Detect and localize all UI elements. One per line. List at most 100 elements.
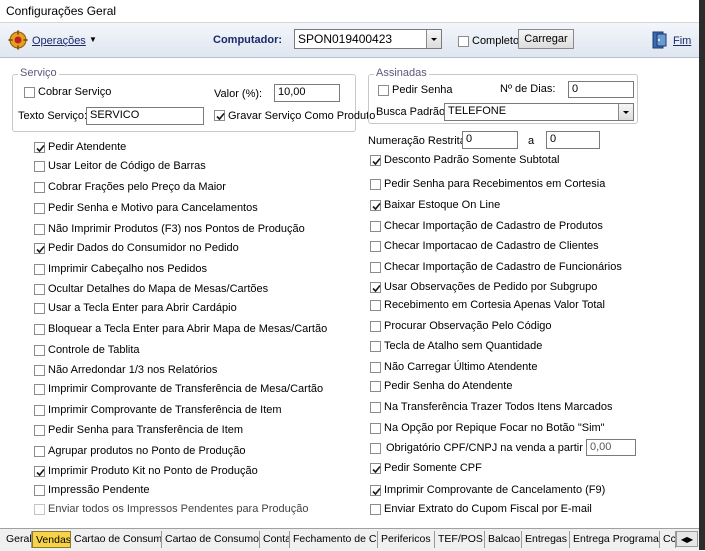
busca-padrao-select[interactable]: TELEFONE [444,103,634,121]
left-option-checkbox[interactable] [34,345,45,356]
right-option-checkbox[interactable] [370,155,381,166]
left-option-checkbox[interactable] [34,243,45,254]
right-option-checkbox[interactable] [370,321,381,332]
right-option-label: Pedir Senha do Atendente [384,380,513,392]
right-option-label: Checar Importação de Cadastro de Produto… [384,220,603,232]
chevron-right-icon[interactable]: ▶ [687,535,693,544]
check-icon [36,468,45,477]
left-option-checkbox[interactable] [34,504,45,515]
left-option-checkbox[interactable] [34,405,45,416]
right-option-checkbox[interactable] [370,221,381,232]
left-option-label: Controle de Tablita [48,344,140,356]
right-option-label: Recebimento em Cortesia Apenas Valor Tot… [384,299,605,311]
left-option-checkbox[interactable] [34,203,45,214]
tab-entrega-programada[interactable]: Entrega Programada [570,531,660,548]
numeracao-label: Numeração Restrita: [368,135,469,147]
right-option-checkbox[interactable] [370,200,381,211]
right-option-label: Usar Observações de Pedido por Subgrupo [384,281,598,293]
tab-geral[interactable]: Geral [3,531,32,548]
right-option-label: Na Opção por Repique Focar no Botão "Sim… [384,422,605,434]
tab-conta[interactable]: Conta [260,531,290,548]
tab-cartao-de-consumo[interactable]: Cartao de Consumo [71,531,162,548]
tab-vendas[interactable]: Vendas [32,531,71,548]
left-option-label: Pedir Senha para Transferência de Item [48,424,244,436]
gravar-servico-checkbox[interactable] [214,110,225,121]
check-icon [36,245,45,254]
left-option-checkbox[interactable] [34,303,45,314]
check-icon [372,157,381,166]
right-option-checkbox[interactable] [370,485,381,496]
right-option-checkbox[interactable] [370,423,381,434]
right-option-label: Não Carregar Último Atendente [384,361,538,373]
left-option-checkbox[interactable] [34,425,45,436]
tab-tef-pos[interactable]: TEF/POS [435,531,485,548]
cobrar-servico-checkbox[interactable] [24,87,35,98]
check-icon [372,202,381,211]
left-option-checkbox[interactable] [34,224,45,235]
right-option-checkbox[interactable] [370,443,381,454]
right-option-checkbox[interactable] [370,362,381,373]
right-option-label: Desconto Padrão Somente Subtotal [384,154,560,166]
left-option-checkbox[interactable] [34,161,45,172]
left-option-checkbox[interactable] [34,284,45,295]
computador-select[interactable]: SPON019400423 [294,29,442,49]
left-option-label: Agrupar produtos no Ponto de Produção [48,445,246,457]
left-option-checkbox[interactable] [34,264,45,275]
left-option-label: Enviar todos os Impressos Pendentes para… [48,503,309,515]
left-option-label: Imprimir Cabeçalho nos Pedidos [48,263,207,275]
num-dias-input[interactable]: 0 [568,81,634,98]
tab-scroll-arrows[interactable]: ◀▶ [676,531,698,547]
pedir-senha-checkbox[interactable] [378,85,389,96]
tab-cc[interactable]: Cc [660,531,676,548]
tab-balcao[interactable]: Balcao [485,531,522,548]
right-option-checkbox[interactable] [370,402,381,413]
check-icon [36,144,45,153]
right-option-checkbox[interactable] [370,241,381,252]
numeracao-a-label: a [528,135,535,147]
left-option-checkbox[interactable] [34,446,45,457]
computador-label: Computador: [213,34,283,46]
numeracao-to-input[interactable]: 0 [546,131,600,149]
left-option-label: Não Imprimir Produtos (F3) nos Pontos de… [48,223,305,235]
right-option-checkbox[interactable] [370,463,381,474]
right-option-checkbox[interactable] [370,282,381,293]
check-icon [216,112,225,121]
right-option-label: Na Transferência Trazer Todos Itens Marc… [384,401,613,413]
operations-menu[interactable]: Operações [32,35,86,47]
right-option-checkbox[interactable] [370,504,381,515]
left-option-checkbox[interactable] [34,365,45,376]
right-option-checkbox[interactable] [370,341,381,352]
right-option-checkbox[interactable] [370,300,381,311]
right-option-checkbox[interactable] [370,179,381,190]
right-option-label: Enviar Extrato do Cupom Fiscal por E-mai… [384,503,592,515]
dropdown-arrow-icon[interactable] [618,104,633,120]
tab-cartao-de-consumo-2[interactable]: Cartao de Consumo 2 [162,531,260,548]
left-option-checkbox[interactable] [34,182,45,193]
right-option-label: Pedir Somente CPF [384,462,482,474]
dropdown-arrow-icon[interactable] [426,30,441,48]
left-option-label: Usar Leitor de Código de Barras [48,160,206,172]
left-option-checkbox[interactable] [34,324,45,335]
valor-input[interactable]: 10,00 [274,84,340,102]
tab-entregas[interactable]: Entregas [522,531,570,548]
exit-door-icon[interactable] [651,31,669,49]
left-option-checkbox[interactable] [34,384,45,395]
right-option-checkbox[interactable] [370,381,381,392]
fim-button[interactable]: Fim [673,35,691,47]
left-option-checkbox[interactable] [34,142,45,153]
chevron-down-icon[interactable]: ▼ [89,35,97,44]
left-option-checkbox[interactable] [34,466,45,477]
numeracao-from-input[interactable]: 0 [462,131,518,149]
servico-group-title: Serviço [18,67,59,79]
tab-perifericos[interactable]: Perifericos [378,531,435,548]
operations-gear-icon[interactable] [8,30,28,50]
right-option-checkbox[interactable] [370,262,381,273]
right-option-label: Tecla de Atalho sem Quantidade [384,340,543,352]
carregar-button[interactable]: Carregar [518,29,574,49]
left-option-label: Imprimir Comprovante de Transferência de… [48,404,282,416]
cpf-valor-input[interactable]: 0,00 [586,439,636,456]
tab-fechamento-de-caixa[interactable]: Fechamento de Caixa [290,531,378,548]
texto-servico-input[interactable]: SERVICO [86,107,204,125]
completo-checkbox[interactable] [458,36,469,47]
left-option-checkbox[interactable] [34,485,45,496]
